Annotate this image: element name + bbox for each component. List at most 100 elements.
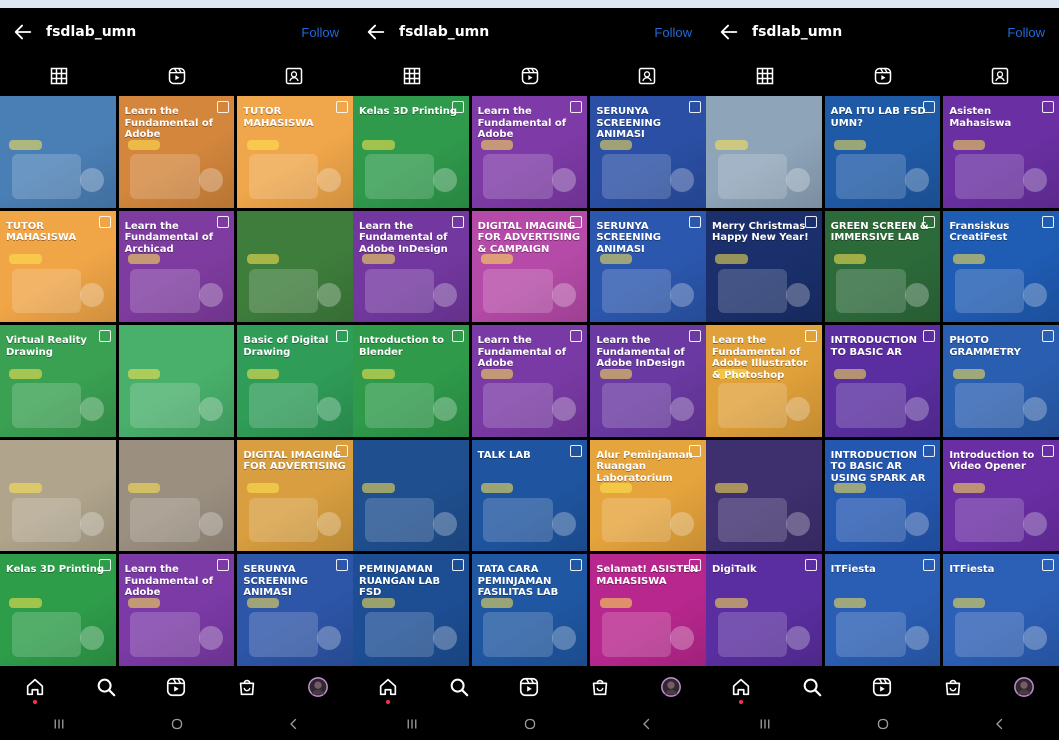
nav-profile[interactable] [635, 666, 706, 708]
nav-profile[interactable] [988, 666, 1059, 708]
nav-shop[interactable] [565, 666, 636, 708]
back-button[interactable] [353, 21, 399, 43]
post-thumbnail[interactable]: Basic of Digital Drawing [237, 325, 353, 437]
post-thumbnail[interactable] [237, 210, 353, 323]
post-thumbnail[interactable] [118, 325, 235, 437]
post-thumbnail[interactable]: TUTOR MAHASISWA [0, 210, 116, 323]
nav-profile[interactable] [282, 666, 353, 708]
post-artwork [9, 597, 42, 608]
post-thumbnail[interactable]: SERUNYA SCREENING ANIMASI [590, 210, 706, 323]
post-thumbnail[interactable]: GREEN SCREEN & IMMERSIVE LAB [824, 210, 941, 323]
recent-apps-button[interactable] [706, 708, 824, 740]
recent-apps-button[interactable] [0, 708, 118, 740]
post-caption: INTRODUCTION TO BASIC AR [830, 335, 917, 358]
post-thumbnail[interactable]: Learn the Fundamental of Adobe InDesign [590, 325, 706, 437]
tab-reels[interactable] [824, 56, 942, 96]
back-button[interactable] [706, 21, 752, 43]
post-thumbnail[interactable]: PEMINJAMAN RUANGAN LAB FSD [353, 554, 469, 666]
nav-reels[interactable] [494, 666, 565, 708]
back-system-button[interactable] [235, 708, 353, 740]
post-thumbnail[interactable]: INTRODUCTION TO BASIC AR USING SPARK AR [824, 439, 941, 552]
carousel-icon [688, 330, 701, 343]
nav-home[interactable] [706, 666, 777, 708]
post-thumbnail[interactable]: Learn the Fundamental of Adobe Illustrat… [706, 325, 822, 437]
post-thumbnail[interactable]: Learn the Fundamental of Archicad [118, 210, 235, 323]
post-thumbnail[interactable]: Merry Christmas Happy New Year! [706, 210, 822, 323]
post-thumbnail[interactable]: DigiTalk [706, 554, 822, 666]
post-thumbnail[interactable] [0, 96, 116, 208]
back-system-button[interactable] [941, 708, 1059, 740]
post-thumbnail[interactable]: Kelas 3D Printing [0, 554, 116, 666]
post-thumbnail[interactable]: DIGITAL IMAGING FOR ADVERTISING & CAMPAI… [471, 210, 588, 323]
post-artwork [551, 626, 576, 651]
post-thumbnail[interactable]: ITFiesta [943, 554, 1059, 666]
home-system-button[interactable] [824, 708, 942, 740]
nav-shop[interactable] [212, 666, 283, 708]
tab-tagged[interactable] [588, 56, 706, 96]
post-thumbnail[interactable] [0, 439, 116, 552]
post-thumbnail[interactable]: Learn the Fundamental of Adobe [471, 96, 588, 208]
post-thumbnail[interactable]: Learn the Fundamental of Adobe [471, 325, 588, 437]
post-thumbnail[interactable] [706, 96, 822, 208]
post-artwork [127, 483, 161, 494]
tab-posts[interactable] [706, 56, 824, 96]
nav-home[interactable] [0, 666, 71, 708]
home-system-button[interactable] [471, 708, 589, 740]
post-thumbnail[interactable] [706, 439, 822, 552]
back-system-button[interactable] [588, 708, 706, 740]
post-thumbnail[interactable]: APA ITU LAB FSD UMN? [824, 96, 941, 208]
post-thumbnail[interactable]: ITFiesta [824, 554, 941, 666]
post-thumbnail[interactable]: DIGITAL IMAGING FOR ADVERTISING [237, 439, 353, 552]
post-thumbnail[interactable]: TUTOR MAHASISWA [237, 96, 353, 208]
tab-reels[interactable] [471, 56, 589, 96]
post-thumbnail[interactable]: Learn the Fundamental of Adobe [118, 96, 235, 208]
post-thumbnail[interactable]: Fransiskus CreatiFest [943, 210, 1059, 323]
post-artwork [198, 282, 223, 307]
home-system-button[interactable] [118, 708, 236, 740]
nav-search[interactable] [424, 666, 495, 708]
tab-posts[interactable] [0, 56, 118, 96]
nav-search[interactable] [777, 666, 848, 708]
post-thumbnail[interactable]: TALK LAB [471, 439, 588, 552]
post-thumbnail[interactable]: Selamat! ASISTEN MAHASISWA [590, 554, 706, 666]
post-artwork [1023, 397, 1048, 422]
tab-posts[interactable] [353, 56, 471, 96]
post-caption: Learn the Fundamental of Adobe Illustrat… [712, 335, 808, 381]
tab-tagged[interactable] [941, 56, 1059, 96]
follow-button[interactable]: Follow [301, 25, 353, 40]
nav-reels[interactable] [141, 666, 212, 708]
post-thumbnail[interactable]: Introduction to Video Opener [943, 439, 1059, 552]
post-artwork [198, 397, 223, 422]
post-thumbnail[interactable]: Learn the Fundamental of Adobe InDesign [353, 210, 469, 323]
post-caption: Learn the Fundamental of Archicad [124, 220, 214, 255]
nav-shop[interactable] [918, 666, 989, 708]
follow-button[interactable]: Follow [654, 25, 706, 40]
post-thumbnail[interactable] [353, 439, 469, 552]
post-thumbnail[interactable] [118, 439, 235, 552]
tab-reels[interactable] [118, 56, 236, 96]
post-caption: INTRODUCTION TO BASIC AR USING SPARK AR [830, 449, 926, 484]
home-circle-icon [524, 718, 535, 730]
post-artwork [246, 368, 279, 379]
post-thumbnail[interactable]: Introduction to Blender [353, 325, 469, 437]
post-caption: TALK LAB [477, 449, 531, 461]
nav-reels[interactable] [847, 666, 918, 708]
post-thumbnail[interactable]: Learn the Fundamental of Adobe [118, 554, 235, 666]
post-thumbnail[interactable]: Virtual Reality Drawing [0, 325, 116, 437]
nav-search[interactable] [71, 666, 142, 708]
post-thumbnail[interactable]: Asisten Mahasiswa [943, 96, 1059, 208]
post-thumbnail[interactable]: SERUNYA SCREENING ANIMASI [590, 96, 706, 208]
post-thumbnail[interactable]: Alur Peminjaman Ruangan Laboratorium [590, 439, 706, 552]
post-artwork [433, 167, 458, 192]
follow-button[interactable]: Follow [1007, 25, 1059, 40]
tab-tagged[interactable] [235, 56, 353, 96]
post-thumbnail[interactable]: Kelas 3D Printing [353, 96, 469, 208]
back-button[interactable] [0, 21, 46, 43]
post-thumbnail[interactable]: TATA CARA PEMINJAMAN FASILITAS LAB [471, 554, 588, 666]
recent-apps-button[interactable] [353, 708, 471, 740]
post-thumbnail[interactable]: INTRODUCTION TO BASIC AR [824, 325, 941, 437]
post-thumbnail[interactable]: PHOTO GRAMMETRY [943, 325, 1059, 437]
post-artwork [362, 254, 395, 265]
post-thumbnail[interactable]: SERUNYA SCREENING ANIMASI [237, 554, 353, 666]
nav-home[interactable] [353, 666, 424, 708]
